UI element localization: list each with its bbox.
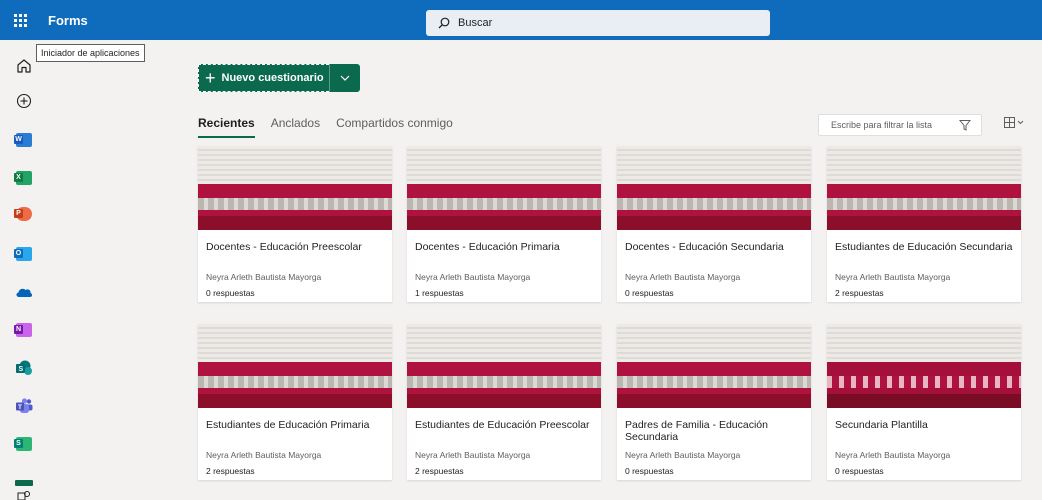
form-title: Estudiantes de Educación Secundaria xyxy=(835,241,1013,253)
chevron-down-icon xyxy=(1017,120,1024,125)
app-name[interactable]: Forms xyxy=(48,13,88,28)
filter-input[interactable]: Escribe para filtrar la lista xyxy=(818,114,982,136)
home-icon[interactable] xyxy=(14,56,34,76)
teams-icon[interactable]: T xyxy=(14,396,34,416)
form-owner: Neyra Arleth Bautista Mayorga xyxy=(206,450,322,460)
form-owner: Neyra Arleth Bautista Mayorga xyxy=(415,450,531,460)
app-rail: W X P O N S T S xyxy=(0,40,48,500)
form-owner: Neyra Arleth Bautista Mayorga xyxy=(206,272,322,282)
excel-icon[interactable]: X xyxy=(14,168,34,188)
form-card[interactable]: Estudiantes de Educación Preescolar Neyr… xyxy=(407,324,601,480)
form-owner: Neyra Arleth Bautista Mayorga xyxy=(625,450,741,460)
grid-view-icon xyxy=(1004,117,1015,128)
form-title: Secundaria Plantilla xyxy=(835,419,928,431)
search-input[interactable]: Buscar xyxy=(426,10,770,36)
sharepoint-icon[interactable]: S xyxy=(14,358,34,378)
waffle-icon xyxy=(13,13,27,27)
form-responses: 2 respuestas xyxy=(415,466,464,476)
svg-text:S: S xyxy=(19,366,24,373)
tab-recientes[interactable]: Recientes xyxy=(198,116,255,138)
search-placeholder: Buscar xyxy=(458,17,493,29)
app-launcher-tooltip: Iniciador de aplicaciones xyxy=(36,44,145,62)
form-card[interactable]: Docentes - Educación Primaria Neyra Arle… xyxy=(407,146,601,302)
form-tabs: Recientes Anclados Compartidos conmigo xyxy=(198,116,453,138)
form-responses: 1 respuestas xyxy=(415,288,464,298)
form-card[interactable]: Padres de Familia - Educación Secundaria… xyxy=(617,324,811,480)
form-card[interactable]: Estudiantes de Educación Primaria Neyra … xyxy=(198,324,392,480)
new-quiz-label: Nuevo cuestionario xyxy=(221,72,324,84)
form-card[interactable]: Estudiantes de Educación Secundaria Neyr… xyxy=(827,146,1021,302)
form-thumbnail xyxy=(827,324,1021,408)
form-title: Docentes - Educación Primaria xyxy=(415,241,560,253)
form-card[interactable]: Docentes - Educación Secundaria Neyra Ar… xyxy=(617,146,811,302)
new-form-dropdown-button[interactable] xyxy=(330,64,360,92)
onedrive-icon[interactable] xyxy=(14,282,34,302)
form-title: Padres de Familia - Educación Secundaria xyxy=(625,419,768,443)
filter-placeholder: Escribe para filtrar la lista xyxy=(831,120,933,130)
search-icon xyxy=(438,17,450,29)
form-responses: 2 respuestas xyxy=(206,466,255,476)
new-quiz-button[interactable]: + Nuevo cuestionario xyxy=(198,64,330,92)
outlook-icon[interactable]: O xyxy=(14,244,34,264)
form-responses: 2 respuestas xyxy=(835,288,884,298)
form-thumbnail xyxy=(617,146,811,230)
view-toggle-button[interactable] xyxy=(1004,117,1024,128)
form-thumbnail xyxy=(407,146,601,230)
form-responses: 0 respuestas xyxy=(625,288,674,298)
form-thumbnail xyxy=(198,146,392,230)
app-launcher-button[interactable] xyxy=(0,0,40,40)
form-thumbnail xyxy=(827,146,1021,230)
chevron-down-icon xyxy=(340,75,350,81)
more-apps-icon[interactable] xyxy=(14,486,34,500)
form-responses: 0 respuestas xyxy=(206,288,255,298)
form-responses: 0 respuestas xyxy=(835,466,884,476)
top-bar: Forms Buscar xyxy=(0,0,1042,40)
form-title: Estudiantes de Educación Preescolar xyxy=(415,419,590,431)
forms-icon[interactable] xyxy=(14,468,34,488)
sway-icon[interactable]: S xyxy=(14,434,34,454)
tab-compartidos[interactable]: Compartidos conmigo xyxy=(336,116,453,138)
form-card[interactable]: Secundaria Plantilla Neyra Arleth Bautis… xyxy=(827,324,1021,480)
form-title: Docentes - Educación Preescolar xyxy=(206,241,362,253)
powerpoint-icon[interactable]: P xyxy=(14,204,34,224)
word-icon[interactable]: W xyxy=(14,130,34,150)
svg-text:T: T xyxy=(18,404,22,411)
form-title: Estudiantes de Educación Primaria xyxy=(206,419,370,431)
form-owner: Neyra Arleth Bautista Mayorga xyxy=(835,272,951,282)
form-owner: Neyra Arleth Bautista Mayorga xyxy=(415,272,531,282)
form-owner: Neyra Arleth Bautista Mayorga xyxy=(835,450,951,460)
filter-icon xyxy=(959,120,971,131)
plus-icon: + xyxy=(205,68,216,88)
create-icon[interactable] xyxy=(14,91,34,111)
tab-anclados[interactable]: Anclados xyxy=(271,116,320,138)
form-title: Docentes - Educación Secundaria xyxy=(625,241,784,253)
form-card[interactable]: Docentes - Educación Preescolar Neyra Ar… xyxy=(198,146,392,302)
form-thumbnail xyxy=(617,324,811,408)
form-thumbnail xyxy=(198,324,392,408)
new-form-button-group: + Nuevo cuestionario xyxy=(198,64,360,92)
form-thumbnail xyxy=(407,324,601,408)
form-responses: 0 respuestas xyxy=(625,466,674,476)
form-owner: Neyra Arleth Bautista Mayorga xyxy=(625,272,741,282)
onenote-icon[interactable]: N xyxy=(14,320,34,340)
